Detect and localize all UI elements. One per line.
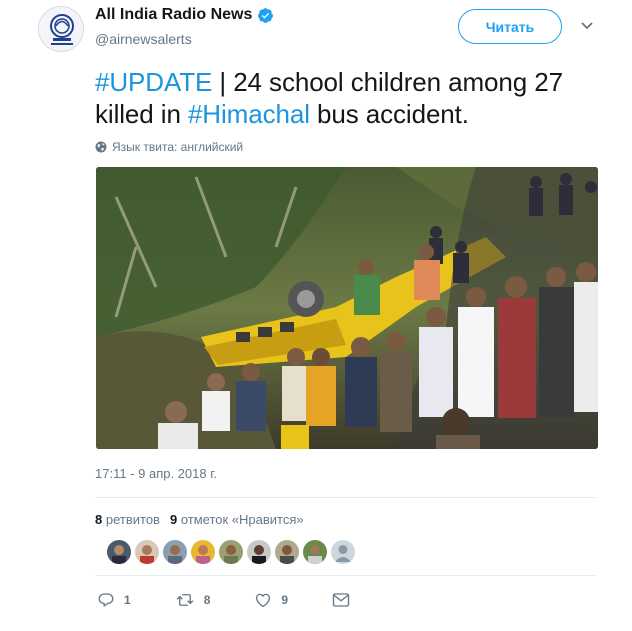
- like-count: 9: [281, 593, 289, 607]
- retweets-count: 8: [95, 512, 103, 527]
- tweet-stats: 8 ретвитов 9 отметок «Нравится»: [95, 512, 304, 527]
- heart-icon: [256, 593, 271, 608]
- display-name[interactable]: All India Radio News: [95, 6, 252, 24]
- retweets-stat[interactable]: 8 ретвитов: [95, 512, 160, 527]
- retweet-button[interactable]: 8: [175, 591, 211, 609]
- name-row: All India Radio News: [95, 6, 274, 24]
- reply-button[interactable]: 1: [97, 591, 131, 609]
- divider: [95, 575, 597, 576]
- tweet-text-part: bus accident.: [309, 99, 469, 129]
- likes-count: 9: [169, 512, 178, 527]
- likes-stat[interactable]: 9 отметок «Нравится»: [170, 512, 304, 527]
- liker-avatar[interactable]: [135, 540, 159, 564]
- liker-avatar[interactable]: [331, 540, 355, 564]
- tweet-language: Язык твита: английский: [95, 140, 243, 154]
- tweet-timestamp[interactable]: 17:11 - 9 апр. 2018 г.: [95, 466, 217, 481]
- reply-icon: [98, 593, 114, 607]
- hashtag-update[interactable]: #UPDATE: [95, 67, 212, 97]
- account-handle[interactable]: @airnewsalerts: [95, 31, 192, 47]
- tweet-header: All India Radio News @airnewsalerts Чита…: [0, 0, 632, 60]
- retweet-icon: [176, 594, 193, 606]
- divider: [95, 497, 597, 498]
- like-button[interactable]: 9: [254, 591, 288, 609]
- tweet-photo[interactable]: [96, 167, 598, 449]
- liker-avatar[interactable]: [303, 540, 327, 564]
- verified-badge-icon: [258, 7, 274, 23]
- liker-avatar[interactable]: [163, 540, 187, 564]
- liker-avatar[interactable]: [191, 540, 215, 564]
- hashtag-himachal[interactable]: #Himachal: [188, 99, 310, 129]
- reply-count: 1: [124, 593, 131, 607]
- tweet-actions: 1 8 9: [97, 590, 394, 610]
- chevron-down-icon[interactable]: [580, 20, 594, 32]
- liker-avatar[interactable]: [219, 540, 243, 564]
- follow-button[interactable]: Читать: [458, 9, 562, 44]
- envelope-icon: [332, 593, 350, 607]
- globe-icon: [95, 141, 107, 153]
- direct-message-button[interactable]: [332, 592, 350, 608]
- language-note: Язык твита: английский: [112, 140, 244, 154]
- liker-avatar[interactable]: [275, 540, 299, 564]
- retweets-label: ретвитов: [105, 512, 160, 527]
- retweet-count: 8: [203, 593, 211, 607]
- bus-accident-photo: [96, 167, 598, 449]
- account-avatar[interactable]: [38, 6, 84, 52]
- likes-label: отметок «Нравится»: [180, 512, 304, 527]
- liker-avatar[interactable]: [247, 540, 271, 564]
- liker-avatars: [107, 540, 355, 564]
- tweet-text: #UPDATE | 24 school children among 27 ki…: [95, 66, 605, 130]
- air-logo-icon: [39, 7, 83, 51]
- liker-avatar[interactable]: [107, 540, 131, 564]
